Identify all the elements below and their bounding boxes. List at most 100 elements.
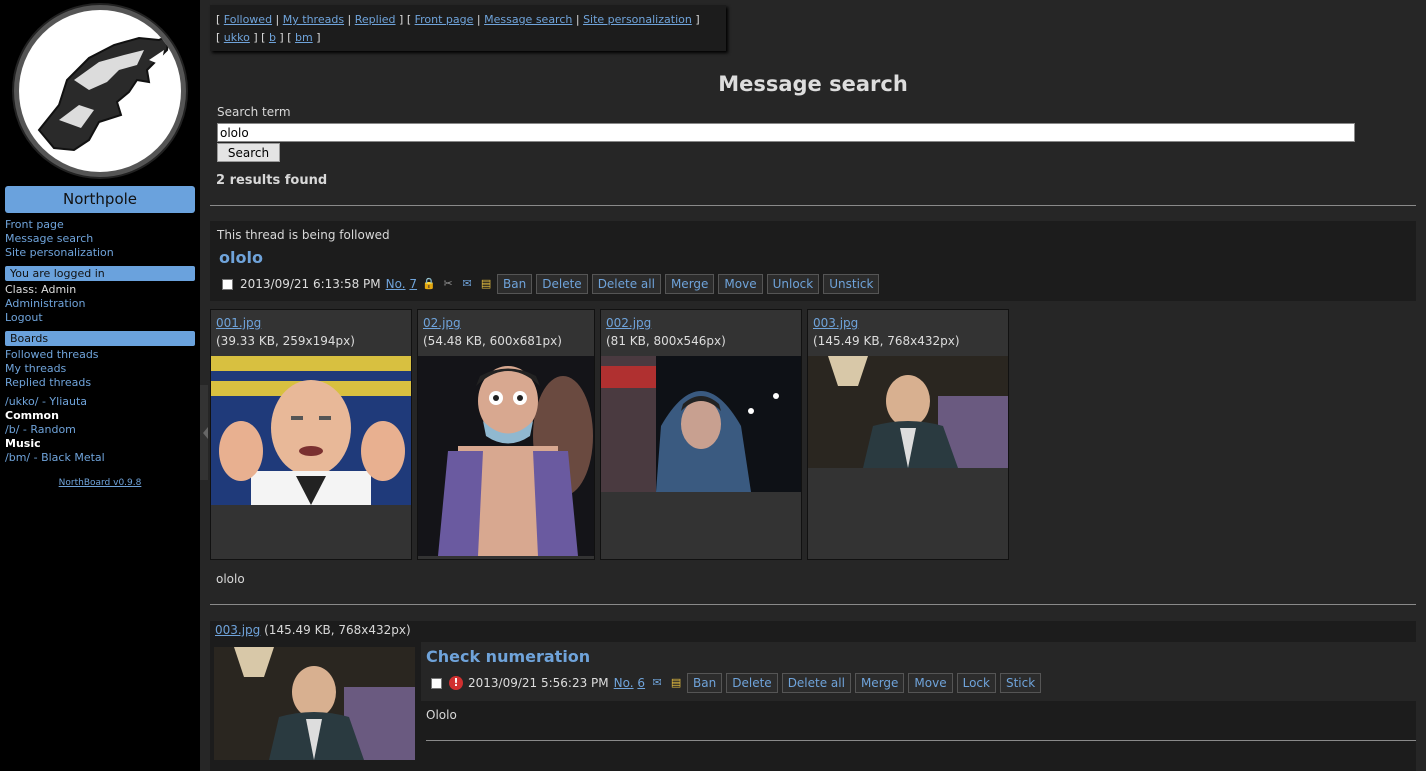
attachment-filename[interactable]: 003.jpg [215, 623, 260, 637]
attachment-meta: (145.49 KB, 768x432px) [813, 334, 960, 348]
user-class: Class: Admin [5, 283, 77, 296]
board-list: /ukko/ - Yliauta Common /b/ - Random Mus… [5, 395, 195, 465]
toplink-board-bm[interactable]: bm [295, 31, 313, 44]
sidebar: Northpole Front page Message search Site… [0, 0, 200, 771]
delete-button[interactable]: Delete [726, 673, 778, 693]
merge-button[interactable]: Merge [664, 274, 715, 294]
delete-all-button[interactable]: Delete all [591, 274, 661, 294]
toplink-board-ukko[interactable]: ukko [224, 31, 250, 44]
attachment-thumbnail[interactable] [211, 356, 411, 505]
top-links-row-2: [ ukko ] [ b ] [ bm ] [216, 31, 321, 44]
account-nav: Class: Admin Administration Logout [5, 283, 195, 325]
results-count: 2 results found [216, 173, 328, 188]
post-number[interactable]: 7 [409, 277, 417, 291]
thread-nav: Followed threads My threads Replied thre… [5, 348, 195, 390]
folder-icon[interactable]: ▤ [669, 676, 683, 690]
paperclip-icon: ✂ [443, 277, 453, 290]
toplink-my-threads[interactable]: My threads [283, 13, 344, 26]
ban-button[interactable]: Ban [687, 673, 723, 693]
attachment-filename[interactable]: 02.jpg [423, 316, 461, 330]
main-nav: Front page Message search Site personali… [5, 218, 195, 260]
reply-icon[interactable]: ✉ [460, 277, 474, 291]
attachment-filename[interactable]: 003.jpg [813, 316, 858, 330]
page-title: Message search [718, 72, 908, 96]
followed-notice: This thread is being followed [217, 228, 390, 242]
post-date: 2013/09/21 6:13:58 PM [240, 277, 381, 291]
attachment-meta: (39.33 KB, 259x194px) [216, 334, 355, 348]
attachment-meta: (54.48 KB, 600x681px) [423, 334, 562, 348]
board-group-music: Music [5, 437, 41, 450]
nav-my-threads[interactable]: My threads [5, 362, 195, 376]
search-input[interactable] [217, 123, 1355, 142]
delete-button[interactable]: Delete [536, 274, 588, 294]
folder-icon[interactable]: ▤ [479, 277, 493, 291]
move-button[interactable]: Move [908, 673, 953, 693]
post-number-label[interactable]: No. [614, 676, 634, 690]
delete-all-button[interactable]: Delete all [781, 673, 851, 693]
nav-site-personalization[interactable]: Site personalization [5, 246, 195, 260]
thread-title[interactable]: ololo [219, 248, 263, 267]
post-body: Ololo [426, 708, 457, 722]
toplink-site-personalization[interactable]: Site personalization [583, 13, 692, 26]
post-date: 2013/09/21 5:56:23 PM [468, 676, 609, 690]
attachment-thumbnail[interactable] [808, 356, 1008, 468]
nav-message-search[interactable]: Message search [5, 232, 195, 246]
toplink-board-b[interactable]: b [269, 31, 276, 44]
attachment-card: 003.jpg (145.49 KB, 768x432px) [807, 309, 1009, 560]
post-body: ololo [216, 572, 245, 586]
toplink-message-search[interactable]: Message search [484, 13, 572, 26]
post-info-bar: ! 2013/09/21 5:56:23 PM No. 6 ✉ ▤ Ban De… [431, 673, 1042, 693]
search-term-label: Search term [217, 105, 291, 119]
top-links-bar: [ Followed | My threads | Replied ] [ Fr… [210, 5, 726, 51]
attachment-filename[interactable]: 001.jpg [216, 316, 261, 330]
post-select-checkbox[interactable] [431, 677, 442, 689]
attachment-meta: (81 KB, 800x546px) [606, 334, 726, 348]
attachment-card: 002.jpg (81 KB, 800x546px) [600, 309, 802, 560]
board-name-banner[interactable]: Northpole [5, 186, 195, 213]
attachment-thumbnail[interactable] [214, 647, 415, 760]
ban-button[interactable]: Ban [497, 274, 533, 294]
attachment-card: 02.jpg (54.48 KB, 600x681px) [417, 309, 595, 560]
attachment-filename[interactable]: 002.jpg [606, 316, 651, 330]
reply-icon[interactable]: ✉ [650, 676, 664, 690]
nav-replied-threads[interactable]: Replied threads [5, 376, 195, 390]
stick-button[interactable]: Stick [999, 673, 1042, 693]
site-logo[interactable] [14, 5, 186, 177]
divider [210, 205, 1416, 206]
merge-button[interactable]: Merge [854, 673, 905, 693]
attachment-card: 001.jpg (39.33 KB, 259x194px) [210, 309, 412, 560]
version-link[interactable]: NorthBoard v0.9.8 [0, 478, 200, 488]
board-link-ukko[interactable]: /ukko/ - Yliauta [5, 395, 195, 409]
attachment-meta: (145.49 KB, 768x432px) [264, 623, 411, 637]
divider [210, 604, 1416, 605]
nav-front-page[interactable]: Front page [5, 218, 195, 232]
bear-logo-icon [37, 33, 171, 152]
nav-administration[interactable]: Administration [5, 297, 195, 311]
nav-followed-threads[interactable]: Followed threads [5, 348, 195, 362]
toplink-replied[interactable]: Replied [355, 13, 396, 26]
toplink-front-page[interactable]: Front page [415, 13, 474, 26]
login-status-header: You are logged in [5, 266, 195, 281]
unstick-button[interactable]: Unstick [823, 274, 880, 294]
move-button[interactable]: Move [718, 274, 763, 294]
nav-logout[interactable]: Logout [5, 311, 195, 325]
lock-icon: 🔒 [422, 277, 436, 290]
post-select-checkbox[interactable] [222, 278, 233, 290]
alert-icon: ! [449, 676, 463, 690]
board-group-common: Common [5, 409, 59, 422]
boards-header: Boards [5, 331, 195, 346]
lock-button[interactable]: Lock [956, 673, 996, 693]
attachment-thumbnail[interactable] [601, 356, 801, 492]
attachment-info: 003.jpg (145.49 KB, 768x432px) [215, 623, 411, 637]
post-info-bar: 2013/09/21 6:13:58 PM No. 7 🔒 ✂ ✉ ▤ Ban … [222, 274, 880, 294]
board-link-bm[interactable]: /bm/ - Black Metal [5, 451, 195, 465]
collapse-arrow-icon [203, 427, 208, 439]
search-button[interactable]: Search [217, 143, 280, 162]
thread-title[interactable]: Check numeration [426, 647, 590, 666]
post-number-label[interactable]: No. [386, 277, 406, 291]
toplink-followed[interactable]: Followed [224, 13, 272, 26]
board-link-b[interactable]: /b/ - Random [5, 423, 195, 437]
unlock-button[interactable]: Unlock [766, 274, 820, 294]
attachment-thumbnail[interactable] [418, 356, 594, 556]
post-number[interactable]: 6 [637, 676, 645, 690]
